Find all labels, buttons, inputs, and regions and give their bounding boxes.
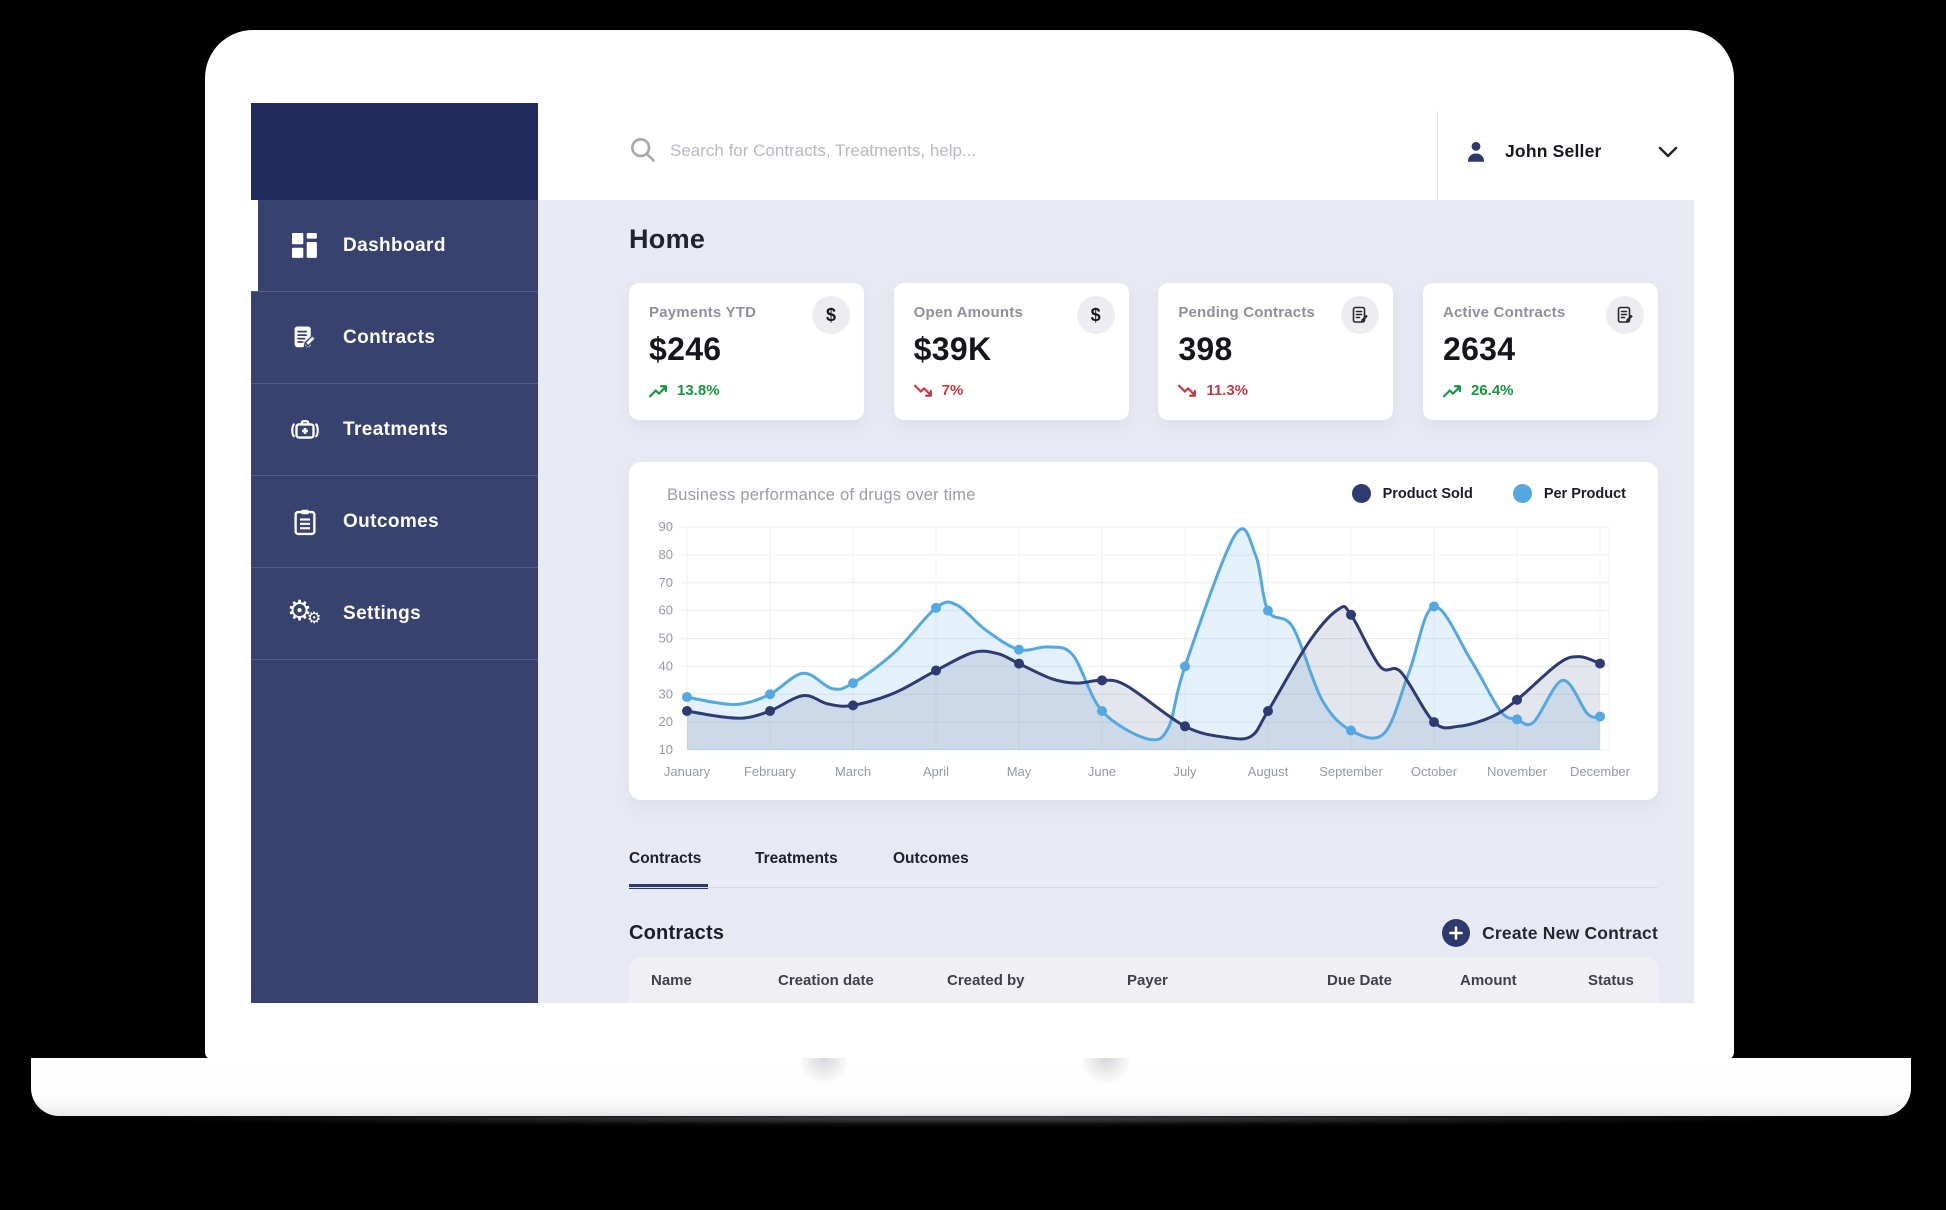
stat-card-pending-contracts: Pending Contracts 398 11.3% [1158,283,1394,420]
app-screen: Dashboard Contracts Treatments Outcomes … [251,103,1694,1003]
top-header: John Seller [538,103,1694,200]
column-header-creation-date: Creation date [778,972,874,989]
sidebar-item-outcomes[interactable]: Outcomes [251,476,538,568]
tabs-divider [629,887,1658,888]
sidebar-nav: Dashboard Contracts Treatments Outcomes … [251,200,538,660]
user-menu[interactable]: John Seller [1463,103,1678,200]
stat-label: Open Amounts [913,304,1023,321]
user-name: John Seller [1505,141,1602,161]
laptop-base [31,1058,1911,1116]
svg-text:July: July [1173,764,1197,779]
tab-contracts[interactable]: Contracts [629,850,701,868]
svg-text:September: September [1319,764,1383,779]
stat-cards-row: Payments YTD $ $246 13.8% Open Amounts $… [629,283,1658,420]
column-header-amount: Amount [1460,972,1517,989]
svg-text:90: 90 [659,519,673,534]
gears-icon: ⚙ ⚙ [287,593,322,627]
performance-line-chart: 10 20 30 40 50 60 70 80 90 January February March Ap… [659,519,1631,779]
column-header-payer: Payer [1127,972,1168,989]
stat-card-payments-ytd: Payments YTD $ $246 13.8% [629,283,864,420]
svg-text:March: March [835,764,871,779]
svg-text:February: February [744,764,797,779]
logo-block [251,103,538,200]
sidebar-item-label: Treatments [343,418,449,440]
section-title: Contracts [629,921,725,944]
dollar-icon: $ [812,296,850,334]
laptop-notch-shade [801,1058,847,1090]
performance-chart-card: Business performance of drugs over time … [629,462,1658,800]
sidebar-item-dashboard[interactable]: Dashboard [251,200,538,292]
plus-icon [1442,919,1471,947]
contract-icon [1341,296,1380,334]
stat-value: $39K [913,331,992,367]
medical-bag-icon [289,414,321,446]
trend-down-icon [1178,384,1197,397]
sidebar-item-settings[interactable]: ⚙ ⚙ Settings [251,568,538,660]
svg-text:December: December [1570,764,1631,779]
sidebar-item-treatments[interactable]: Treatments [251,384,538,476]
stat-label: Active Contracts [1442,304,1566,321]
stat-card-open-amounts: Open Amounts $ $39K 7% [893,283,1129,420]
trend-indicator: 11.3% [1178,382,1248,399]
trend-indicator: 7% [913,382,963,399]
svg-text:October: October [1411,764,1458,779]
sidebar-item-label: Contracts [343,326,436,348]
svg-text:April: April [923,764,949,779]
tab-outcomes[interactable]: Outcomes [893,850,969,868]
stat-value: $246 [649,331,722,367]
stat-card-active-contracts: Active Contracts 2634 26.4% [1422,283,1658,420]
search-input[interactable] [670,129,1290,173]
main-area: Home Payments YTD $ $246 13.8% Open Amou… [538,200,1694,1003]
svg-text:50: 50 [659,631,673,646]
dollar-icon: $ [1076,296,1115,334]
sidebar-item-label: Dashboard [343,234,446,256]
laptop-notch-shade [1083,1058,1129,1090]
contracts-table: Name Creation date Created by Payer Due … [629,957,1658,1003]
svg-text:70: 70 [659,575,673,590]
search-icon [628,135,658,170]
dashboard-grid-icon [289,230,321,262]
trend-up-icon [649,384,667,397]
trend-up-icon [1442,384,1461,397]
svg-text:10: 10 [659,742,673,757]
contracts-section-header: Contracts Create New Contract [629,912,1658,954]
stat-label: Pending Contracts [1178,304,1316,321]
stat-value: 398 [1178,331,1233,367]
clipboard-icon [289,506,321,538]
chevron-down-icon[interactable] [1658,146,1678,158]
svg-text:January: January [664,764,711,779]
sidebar: Dashboard Contracts Treatments Outcomes … [251,103,538,1003]
svg-text:60: 60 [659,603,673,618]
trend-indicator: 13.8% [649,382,720,399]
svg-text:August: August [1248,764,1289,779]
tab-treatments[interactable]: Treatments [755,850,838,868]
svg-text:June: June [1088,764,1116,779]
svg-text:30: 30 [659,686,673,701]
user-avatar-icon [1463,139,1489,165]
contract-icon [1605,296,1644,334]
stat-label: Payments YTD [649,304,757,321]
svg-text:November: November [1487,764,1548,779]
trend-down-icon [913,384,932,397]
column-header-due-date: Due Date [1327,972,1393,989]
svg-text:20: 20 [659,714,673,729]
stat-value: 2634 [1442,331,1516,367]
svg-text:40: 40 [659,658,673,673]
column-header-created-by: Created by [947,972,1025,989]
header-divider [1437,111,1438,200]
contract-edit-icon [289,322,321,354]
sidebar-item-label: Settings [343,602,422,624]
svg-text:80: 80 [659,547,673,562]
sidebar-item-contracts[interactable]: Contracts [251,292,538,384]
create-new-contract-button[interactable]: Create New Contract [1442,919,1658,947]
page-title: Home [629,224,706,254]
laptop-screen-bezel: Dashboard Contracts Treatments Outcomes … [205,30,1734,1060]
column-header-name: Name [651,972,692,989]
active-indicator [251,200,258,291]
trend-indicator: 26.4% [1442,382,1514,399]
svg-text:May: May [1007,764,1032,779]
sidebar-item-label: Outcomes [343,510,440,532]
column-header-status: Status [1588,972,1634,989]
